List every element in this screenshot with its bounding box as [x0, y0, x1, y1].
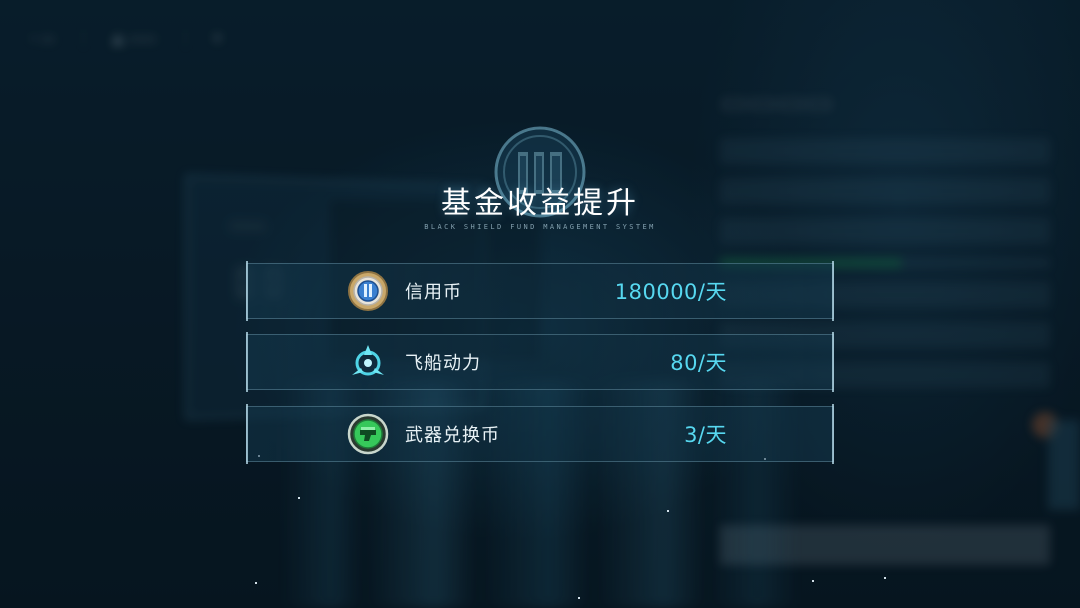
modal-subtitle: BLACK SHIELD FUND MANAGEMENT SYSTEM: [424, 223, 656, 231]
reward-value: 180000/天: [614, 280, 727, 304]
sparkle: [884, 577, 886, 579]
reward-value: 80/天: [670, 351, 727, 375]
game-screen: ‹ ▭ ▲ ▭▭ ▾ ▭▭ ▯▯ ▭▭▭▭: [0, 0, 1080, 608]
reward-label: 信用币: [405, 282, 462, 303]
reward-label: 武器兑换币: [405, 425, 500, 446]
reward-label: 飞船动力: [405, 353, 481, 374]
fund-reward-modal[interactable]: 基金收益提升 BLACK SHIELD FUND MANAGEMENT SYST…: [246, 118, 834, 468]
credit-coin-icon: [348, 271, 388, 311]
reward-row-ship-power: 飞船动力 80/天: [246, 332, 834, 392]
sparkle: [298, 497, 300, 499]
reward-row-weapon-coins: 武器兑换币 3/天: [246, 404, 834, 464]
reward-value: 3/天: [684, 423, 727, 447]
sparkle: [255, 582, 257, 584]
sparkle: [578, 597, 580, 599]
sparkle: [812, 580, 814, 582]
ship-power-icon: [352, 345, 384, 376]
reward-row-credits: 信用币 180000/天: [246, 261, 834, 321]
weapon-exchange-coin-icon: [347, 413, 389, 455]
modal-title: 基金收益提升: [441, 186, 639, 221]
sparkle: [667, 510, 669, 512]
